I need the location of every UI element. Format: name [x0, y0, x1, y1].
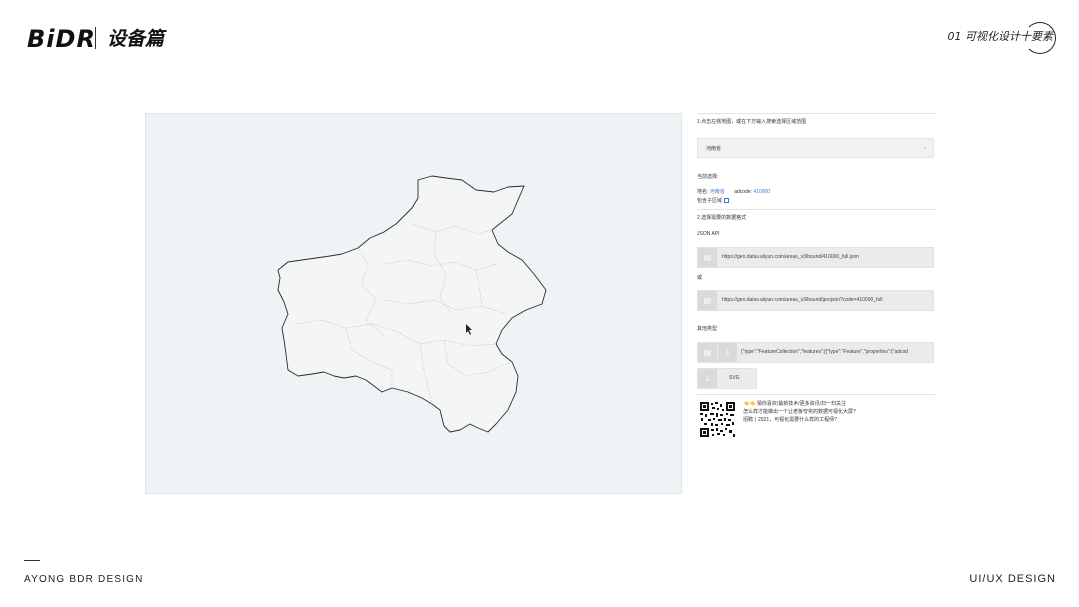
name-row: 地名: 河南省 adcode: 410000 — [697, 189, 770, 196]
footer-tag: UI/UX DESIGN — [969, 573, 1056, 585]
province-map[interactable] — [146, 114, 683, 495]
svg-download-button[interactable]: ⤓ SVG — [697, 368, 757, 389]
footer-brand: AYONG BDR DESIGN — [24, 574, 144, 585]
download-icon[interactable]: ⤓ — [718, 343, 737, 362]
name-value: 河南省 — [709, 189, 725, 195]
brand-divider — [95, 27, 96, 49]
geojson-preview-field[interactable]: ▤ ⤓ {"type":"FeatureCollection","feature… — [697, 342, 934, 363]
map-panel[interactable] — [145, 113, 682, 494]
step2-instruction: 2.选择需要的数据格式 — [697, 215, 747, 221]
or-label: 或 — [697, 275, 703, 281]
region-select[interactable]: 河南省 ⌄ — [697, 138, 934, 158]
province-outline[interactable] — [277, 175, 547, 433]
step1-instruction: 1.点击左侧地图，或在下方输入搜索选择区域范围 — [697, 119, 807, 125]
svg-label: SVG — [729, 375, 740, 381]
footer-divider — [24, 560, 40, 561]
control-panel: 1.点击左侧地图，或在下方输入搜索选择区域范围 河南省 ⌄ 当前选择: 地名: … — [697, 113, 935, 443]
qr-code-icon — [699, 401, 736, 438]
json-api-label: JSON API — [697, 231, 720, 237]
geojson-preview-text: {"type":"FeatureCollection","features":[… — [741, 349, 909, 355]
subregion-label: 包含子区域 — [697, 198, 723, 204]
chevron-down-icon[interactable]: ⌄ — [923, 145, 927, 151]
url-full-text: https://geo.datav.aliyun.com/areas_v3/bo… — [722, 254, 859, 260]
section-title: 设备篇 — [107, 28, 165, 50]
promo-line-3[interactable]: 招聘丨2021，可视化需要什么样的工程师? — [743, 417, 837, 424]
url-field-geojson[interactable]: ▤ https://geo.datav.aliyun.com/areas_v3/… — [697, 290, 934, 311]
copy-icon[interactable]: ▤ — [698, 291, 717, 310]
adcode-value: 410000 — [753, 189, 771, 195]
promo-line-1[interactable]: 👈👈 猜你喜欢/最新技术/更多资讯/扫一扫关注 — [743, 401, 846, 408]
subregion-row: 包含子区域 — [697, 198, 730, 205]
download-icon[interactable]: ⤓ — [698, 369, 717, 388]
current-selection-label: 当前选择: — [697, 174, 719, 180]
adcode-label: adcode: — [734, 189, 752, 195]
subregion-checkbox[interactable] — [724, 198, 730, 204]
promo-line-2[interactable]: 怎么样才能做出一个让老板夸奖的数据可视化大屏? — [743, 409, 856, 416]
copy-icon[interactable]: ▤ — [698, 343, 717, 362]
brand-logo: BiDR — [27, 25, 96, 53]
url-geojson-text: https://geo.datav.aliyun.com/areas_v3/bo… — [722, 297, 883, 303]
chapter-circle-icon — [1024, 22, 1056, 54]
other-formats-label: 其他类型 — [697, 326, 718, 332]
copy-icon[interactable]: ▤ — [698, 248, 717, 267]
url-field-full[interactable]: ▤ https://geo.datav.aliyun.com/areas_v3/… — [697, 247, 934, 268]
region-select-value: 河南省 — [706, 146, 722, 152]
name-label: 地名: — [697, 189, 709, 195]
